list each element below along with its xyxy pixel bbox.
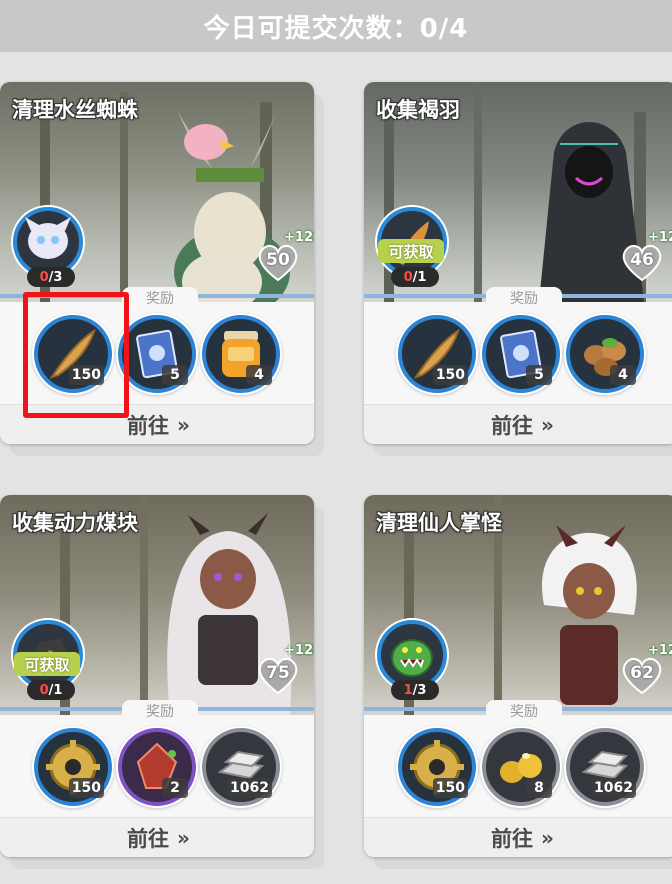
task-progress: 0/3 [27, 267, 75, 287]
ghost-spider-icon [25, 217, 71, 259]
task-title: 收集动力煤块 [12, 511, 138, 535]
cactus-monster-icon [391, 639, 433, 677]
reward-label: 奖励 [486, 700, 562, 722]
reward-qty: 5 [162, 365, 188, 385]
reward-qty: 1062 [591, 778, 636, 798]
task-target-badge: 可获取 0/1 [377, 207, 447, 287]
reward-item[interactable]: 1062 [202, 728, 280, 806]
task-target-badge: 可获取 0/1 [13, 620, 83, 700]
task-progress: 0/1 [391, 267, 439, 287]
task-target-badge: 0/3 [13, 207, 83, 287]
reward-list: 150 8 1062 [364, 728, 672, 812]
task-scene: 清理水丝蜘蛛 0/3 50 +120 [0, 82, 314, 302]
affection-bonus: +120 [284, 643, 314, 658]
daily-submit-banner: 今日可提交次数：0/4 [0, 0, 672, 52]
affection-value: 75 [266, 663, 290, 683]
task-title: 清理仙人掌怪 [376, 511, 502, 535]
task-scene: 收集褐羽 可获取 0/1 46 +120 [364, 82, 672, 302]
double-chevron-right-icon: » [541, 413, 554, 437]
affection-bonus: +120 [648, 230, 672, 245]
affection-value: 50 [266, 250, 290, 270]
reward-item[interactable]: 4 [566, 315, 644, 393]
task-card-2: 收集褐羽 可获取 0/1 46 +120 奖励 [364, 82, 672, 456]
reward-item[interactable]: 150 [398, 728, 476, 806]
task-progress: 1/3 [391, 680, 439, 700]
goto-label: 前往 [127, 414, 170, 438]
reward-qty: 150 [432, 778, 468, 798]
reward-qty: 8 [526, 778, 552, 798]
goto-button[interactable]: 前往 » [364, 404, 672, 444]
reward-qty: 2 [162, 778, 188, 798]
reward-item[interactable]: 8 [482, 728, 560, 806]
reward-label: 奖励 [486, 287, 562, 309]
daily-submit-text: 今日可提交次数：0/4 [203, 13, 469, 44]
affection-bonus: +120 [284, 230, 314, 245]
task-progress: 0/1 [27, 680, 75, 700]
reward-list: 150 5 4 [364, 315, 672, 399]
reward-item[interactable]: 4 [202, 315, 280, 393]
task-target-badge: 1/3 [377, 620, 447, 700]
affection-value: 46 [630, 250, 654, 270]
double-chevron-right-icon: » [177, 826, 190, 850]
double-chevron-right-icon: » [541, 826, 554, 850]
task-title: 收集褐羽 [376, 98, 460, 122]
goto-button[interactable]: 前往 » [0, 817, 314, 857]
goto-label: 前往 [491, 827, 534, 851]
affection-bonus: +12 [648, 643, 672, 658]
double-chevron-right-icon: » [177, 413, 190, 437]
reward-item[interactable]: 5 [482, 315, 560, 393]
reward-item[interactable]: 150 [34, 728, 112, 806]
reward-item[interactable]: 5 [118, 315, 196, 393]
reward-qty: 5 [526, 365, 552, 385]
affection-value: 62 [630, 663, 654, 683]
reward-item[interactable]: 150 [398, 315, 476, 393]
task-scene: 清理仙人掌怪 1/3 62 +12 [364, 495, 672, 715]
reward-qty: 4 [246, 365, 272, 385]
goto-label: 前往 [491, 414, 534, 438]
task-scene: 收集动力煤块 可获取 0/1 75 +120 [0, 495, 314, 715]
reward-label: 奖励 [122, 287, 198, 309]
task-card-3: 收集动力煤块 可获取 0/1 75 +120 奖励 [0, 495, 324, 869]
goto-label: 前往 [127, 827, 170, 851]
highlight-box [23, 292, 129, 418]
reward-item[interactable]: 1062 [566, 728, 644, 806]
reward-qty: 4 [610, 365, 636, 385]
reward-label: 奖励 [122, 700, 198, 722]
available-tag: 可获取 [14, 652, 80, 676]
reward-qty: 150 [68, 778, 104, 798]
reward-list: 150 2 1062 [0, 728, 314, 812]
reward-qty: 1062 [227, 778, 272, 798]
available-tag: 可获取 [378, 239, 444, 263]
reward-qty: 150 [432, 365, 468, 385]
task-card-4: 清理仙人掌怪 1/3 62 +12 奖励 [364, 495, 672, 869]
task-title: 清理水丝蜘蛛 [12, 98, 138, 122]
reward-item[interactable]: 2 [118, 728, 196, 806]
goto-button[interactable]: 前往 » [364, 817, 672, 857]
